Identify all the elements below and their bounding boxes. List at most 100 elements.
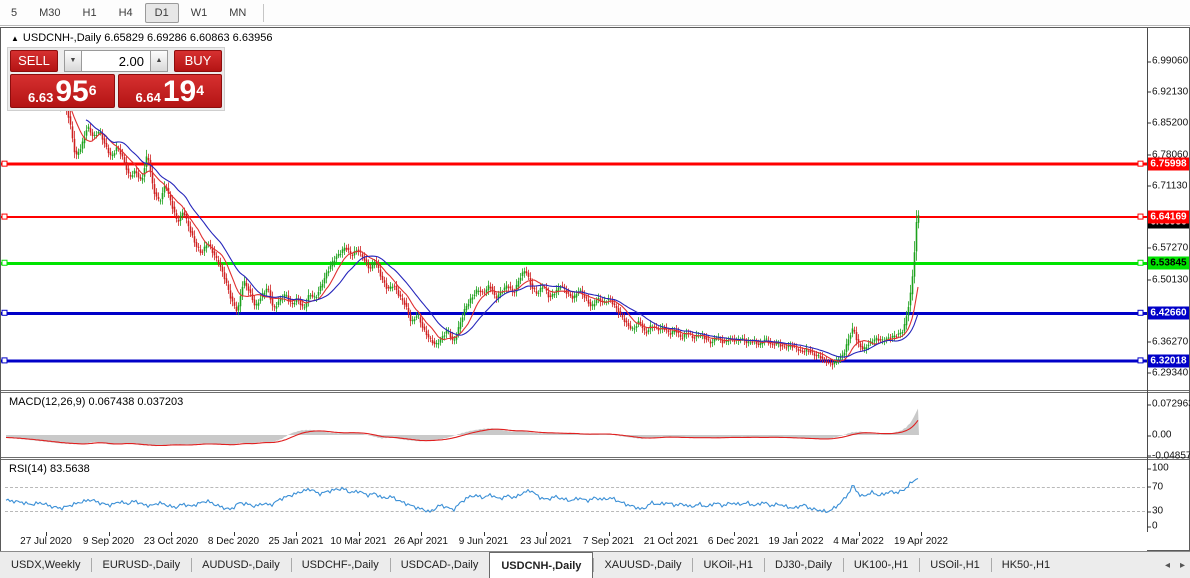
buy-price-prefix: 6.64 <box>136 90 161 105</box>
timeframe-button-5[interactable]: 5 <box>1 3 27 23</box>
tab-scroll-right-icon[interactable]: ▸ <box>1175 560 1190 571</box>
date-axis-label: 7 Sep 2021 <box>583 536 634 547</box>
sell-price-button[interactable]: 6.63 95 6 <box>10 74 115 108</box>
date-axis-label: 8 Dec 2020 <box>208 536 259 547</box>
date-axis-label: 26 Apr 2021 <box>394 536 448 547</box>
chart-tab-xauusd-daily[interactable]: XAUUSD-,Daily <box>593 552 692 578</box>
chart-title: ▲USDCNH-,Daily 6.65829 6.69286 6.60863 6… <box>11 32 272 44</box>
price-axis-tick: 6.71130 <box>1152 180 1187 191</box>
chart-window: ▲USDCNH-,Daily 6.65829 6.69286 6.60863 6… <box>0 27 1190 551</box>
price-axis-tick: 6.85200 <box>1152 117 1188 128</box>
rsi-line <box>6 479 918 513</box>
timeframe-toolbar: 5M30H1H4D1W1MN <box>0 0 1190 26</box>
macd-axis-tick: 0.00 <box>1152 430 1171 441</box>
timeframe-button-mn[interactable]: MN <box>219 3 256 23</box>
buy-price-point: 4 <box>196 75 204 105</box>
ma-slow-line <box>86 120 918 357</box>
date-axis-label: 23 Oct 2020 <box>144 536 198 547</box>
chart-tab-usdchf-daily[interactable]: USDCHF-,Daily <box>291 552 390 578</box>
price-axis-tick: 6.92130 <box>1152 86 1188 97</box>
rsi-axis-tick: 70 <box>1152 481 1163 492</box>
level-line-handle[interactable] <box>1138 310 1143 315</box>
level-line-handle[interactable] <box>1138 358 1143 363</box>
horizontal-level-line[interactable] <box>1 359 1147 362</box>
buy-price-pips: 19 <box>163 79 196 105</box>
horizontal-level-line[interactable] <box>1 163 1147 166</box>
date-axis-label: 9 Jun 2021 <box>459 536 509 547</box>
date-axis-label: 19 Jan 2022 <box>768 536 823 547</box>
macd-axis-tick: 0.072963 <box>1152 399 1190 410</box>
timeframe-button-m30[interactable]: M30 <box>29 3 70 23</box>
level-line-handle[interactable] <box>2 260 7 265</box>
level-price-badge: 6.42660 <box>1148 307 1189 320</box>
macd-histogram-area <box>6 409 919 447</box>
one-click-trade-panel: SELL ▼ ▲ BUY 6.63 95 6 6.64 19 4 <box>7 47 225 111</box>
date-axis-label: 4 Mar 2022 <box>833 536 884 547</box>
horizontal-level-line[interactable] <box>1 216 1147 218</box>
level-line-handle[interactable] <box>1138 260 1143 265</box>
chart-tab-dj30-daily[interactable]: DJ30-,Daily <box>764 552 843 578</box>
price-axis-tick: 6.29340 <box>1152 367 1188 378</box>
chart-tab-uk100-h1[interactable]: UK100-,H1 <box>843 552 919 578</box>
timeframe-button-d1[interactable]: D1 <box>145 3 179 23</box>
date-axis-label: 6 Dec 2021 <box>708 536 759 547</box>
rsi-plot[interactable] <box>1 460 1147 532</box>
chart-tabs-bar: USDX,WeeklyEURUSD-,DailyAUDUSD-,DailyUSD… <box>0 551 1190 578</box>
level-line-handle[interactable] <box>2 214 7 219</box>
date-axis: 27 Jul 20209 Sep 202023 Oct 20208 Dec 20… <box>1 532 1147 551</box>
rsi-indicator-pane[interactable]: RSI(14) 83.5638 <box>1 460 1147 532</box>
price-axis-tick: 6.99060 <box>1152 56 1188 67</box>
chart-tab-usdx-weekly[interactable]: USDX,Weekly <box>0 552 91 578</box>
level-price-badge: 6.64169 <box>1148 211 1189 224</box>
macd-axis-tick: -0.04857 <box>1152 450 1190 461</box>
volume-input[interactable] <box>82 50 150 72</box>
level-price-badge: 6.32018 <box>1148 354 1189 367</box>
level-line-handle[interactable] <box>2 161 7 166</box>
chart-tab-ukoil-h1[interactable]: UKOil-,H1 <box>692 552 764 578</box>
date-axis-label: 21 Oct 2021 <box>644 536 698 547</box>
buy-button[interactable]: BUY <box>174 50 222 72</box>
volume-decrease-icon[interactable]: ▼ <box>64 50 82 72</box>
collapse-triangle-icon[interactable]: ▲ <box>11 34 19 43</box>
date-axis-label: 27 Jul 2020 <box>20 536 72 547</box>
trading-terminal: 5M30H1H4D1W1MN ▲USDCNH-,Daily 6.65829 6.… <box>0 0 1190 578</box>
macd-label: MACD(12,26,9) 0.067438 0.037203 <box>9 396 183 408</box>
rsi-axis-tick: 30 <box>1152 506 1163 517</box>
level-line-handle[interactable] <box>1138 214 1143 219</box>
horizontal-level-line[interactable] <box>1 312 1147 315</box>
chart-tab-audusd-daily[interactable]: AUDUSD-,Daily <box>191 552 291 578</box>
date-axis-label: 23 Jul 2021 <box>520 536 572 547</box>
chart-tab-eurusd-daily[interactable]: EURUSD-,Daily <box>91 552 191 578</box>
volume-stepper: ▼ ▲ <box>64 50 168 72</box>
price-axis-tick: 6.57270 <box>1152 242 1188 253</box>
level-line-handle[interactable] <box>2 358 7 363</box>
date-axis-label: 10 Mar 2021 <box>330 536 386 547</box>
timeframe-button-h4[interactable]: H4 <box>109 3 143 23</box>
chart-tab-usdcnh-daily[interactable]: USDCNH-,Daily <box>489 552 593 578</box>
timeframe-button-h1[interactable]: H1 <box>73 3 107 23</box>
sell-price-prefix: 6.63 <box>28 90 53 105</box>
date-axis-label: 19 Apr 2022 <box>894 536 948 547</box>
macd-indicator-pane[interactable]: MACD(12,26,9) 0.067438 0.037203 <box>1 393 1147 457</box>
buy-price-button[interactable]: 6.64 19 4 <box>118 74 223 108</box>
timeframe-button-w1[interactable]: W1 <box>181 3 218 23</box>
tab-scroll-left-icon[interactable]: ◂ <box>1160 560 1175 571</box>
chart-tab-hk50-h1[interactable]: HK50-,H1 <box>991 552 1061 578</box>
price-axis-tick: 6.50130 <box>1152 274 1188 285</box>
chart-tab-usoil-h1[interactable]: USOil-,H1 <box>919 552 991 578</box>
chart-tab-usdcad-daily[interactable]: USDCAD-,Daily <box>390 552 490 578</box>
horizontal-level-line[interactable] <box>1 262 1147 265</box>
level-price-badge: 6.53845 <box>1148 257 1189 270</box>
rsi-label: RSI(14) 83.5638 <box>9 463 90 475</box>
level-line-handle[interactable] <box>1138 161 1143 166</box>
rsi-axis-tick: 0 <box>1152 521 1158 532</box>
rsi-axis-tick: 100 <box>1152 463 1169 474</box>
sell-price-pips: 95 <box>55 79 88 105</box>
volume-increase-icon[interactable]: ▲ <box>150 50 168 72</box>
sell-button[interactable]: SELL <box>10 50 58 72</box>
price-axis-tick: 6.36270 <box>1152 336 1188 347</box>
level-line-handle[interactable] <box>2 310 7 315</box>
toolbar-divider <box>263 4 264 22</box>
level-price-badge: 6.75998 <box>1148 158 1189 171</box>
sell-price-point: 6 <box>89 75 97 105</box>
